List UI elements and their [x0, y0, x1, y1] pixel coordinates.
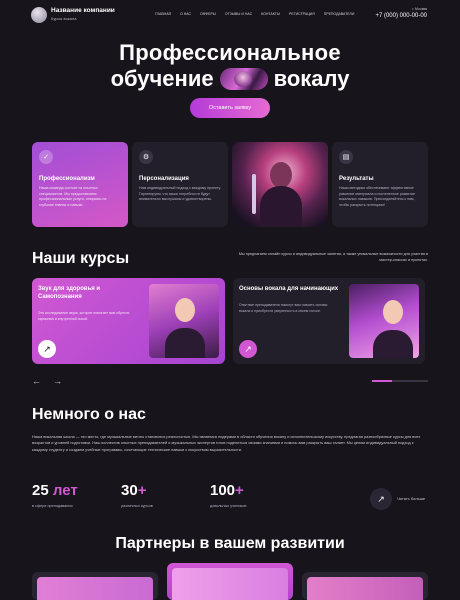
company-subtitle: Курсы вокала: [51, 16, 77, 21]
arrow-up-right-icon: ↗: [377, 493, 385, 504]
stat-years: 25 лет в сфере преподавания: [32, 482, 78, 508]
phone-link[interactable]: +7 (000) 000-00-00: [375, 13, 427, 19]
feature-card-results: ▤ Результаты Наши методики обеспечивают …: [332, 142, 428, 227]
slider-progress-fill: [372, 380, 392, 382]
stat-students: 100+ довольных учеников: [210, 482, 246, 508]
about-text: Наша вокальная школа — это место, где му…: [32, 434, 421, 452]
main-nav: ГЛАВНАЯ О НАС ОФФЕРЫ ОТЗЫВЫ И НАС КОНТАК…: [155, 12, 354, 16]
arrow-up-right-icon[interactable]: ↗: [38, 340, 56, 358]
submit-request-button[interactable]: Оставить заявку: [190, 98, 270, 118]
arrow-left-icon[interactable]: ←: [32, 376, 41, 386]
stat-accent: +: [137, 482, 147, 499]
hero-inline-image: [219, 68, 268, 90]
stat-number: 100: [210, 482, 236, 499]
partner-card[interactable]: [32, 572, 158, 600]
course-title: Звук для здоровья и Самопознания: [38, 286, 101, 301]
hero-title-line1: Профессиональное: [119, 40, 341, 65]
course-photo: [349, 284, 419, 358]
course-text: Опытные преподаватели помогут вам освоит…: [239, 303, 328, 313]
courses-description: Мы предлагаем онлайн курсы и индивидуаль…: [238, 252, 428, 263]
slider-arrows: ← →: [32, 376, 62, 386]
stat-number: 30: [121, 482, 138, 499]
nav-item-home[interactable]: ГЛАВНАЯ: [155, 12, 171, 16]
read-more-button[interactable]: ↗: [370, 488, 392, 510]
partner-card[interactable]: [302, 572, 428, 600]
nav-item-contacts[interactable]: КОНТАКТЫ: [261, 12, 280, 16]
stat-accent: +: [235, 482, 244, 499]
feature-card-professionalism: ✓ Профессионализм Наша команда состоит и…: [32, 142, 128, 227]
results-chart-icon: ▤: [339, 150, 353, 164]
course-card-sound-health[interactable]: Звук для здоровья и Самопознания Это исс…: [32, 278, 225, 364]
arrow-right-icon[interactable]: →: [53, 376, 62, 386]
about-heading: Немного о нас: [32, 406, 146, 423]
course-title: Основы вокала для начинающих: [239, 286, 339, 292]
stat-label: в сфере преподавания: [32, 504, 73, 508]
courses-heading: Наши курсы: [32, 250, 130, 267]
singer-photo: [232, 142, 328, 227]
feature-title: Результаты: [339, 176, 374, 182]
stat-label: довольных учеников: [210, 504, 247, 508]
hero-title-word-b: вокалу: [273, 66, 350, 91]
feature-text: Нам индивидуальный подход к каждому прое…: [139, 186, 221, 202]
person-settings-icon: ⚙: [139, 150, 153, 164]
hero-title-line2: обучение вокалу: [0, 66, 460, 92]
stat-number: 25: [32, 482, 49, 499]
hero-title-word-a: обучение: [110, 66, 214, 91]
company-name: Название компании: [51, 7, 115, 14]
partners-heading: Партнеры в вашем развитии: [115, 535, 345, 552]
feature-text: Наша команда состоит из опытных специали…: [39, 186, 107, 207]
nav-item-teachers[interactable]: ПРЕПОДАВАТЕЛИ: [324, 12, 355, 16]
company-logo[interactable]: [31, 7, 47, 23]
nav-item-reviews[interactable]: ОТЗЫВЫ И НАС: [225, 12, 252, 16]
course-text: Это исследование звука, которое помогает…: [38, 311, 130, 321]
feature-title: Профессионализм: [39, 176, 95, 182]
partner-card[interactable]: [167, 563, 293, 600]
nav-item-about[interactable]: О НАС: [180, 12, 191, 16]
stat-courses: 30+ различных курсов: [121, 482, 153, 508]
stat-label: различных курсов: [121, 504, 153, 508]
slider-progress: [372, 380, 428, 382]
stat-accent: лет: [52, 482, 78, 499]
read-more-label[interactable]: Читать больше: [397, 496, 425, 501]
feature-text: Наши методики обеспечивают эффективное у…: [339, 186, 415, 207]
nav-item-registration[interactable]: РЕГИСТРАЦИЯ: [289, 12, 315, 16]
course-photo: [149, 284, 219, 358]
check-badge-icon: ✓: [39, 150, 53, 164]
feature-card-personalization: ⚙ Персонализация Нам индивидуальный подх…: [132, 142, 228, 227]
course-card-vocal-basics[interactable]: Основы вокала для начинающих Опытные пре…: [233, 278, 425, 364]
city-label: г. Москва: [412, 7, 427, 11]
arrow-up-right-icon[interactable]: ↗: [239, 340, 257, 358]
nav-item-offers[interactable]: ОФФЕРЫ: [200, 12, 216, 16]
feature-title: Персонализация: [139, 176, 189, 182]
